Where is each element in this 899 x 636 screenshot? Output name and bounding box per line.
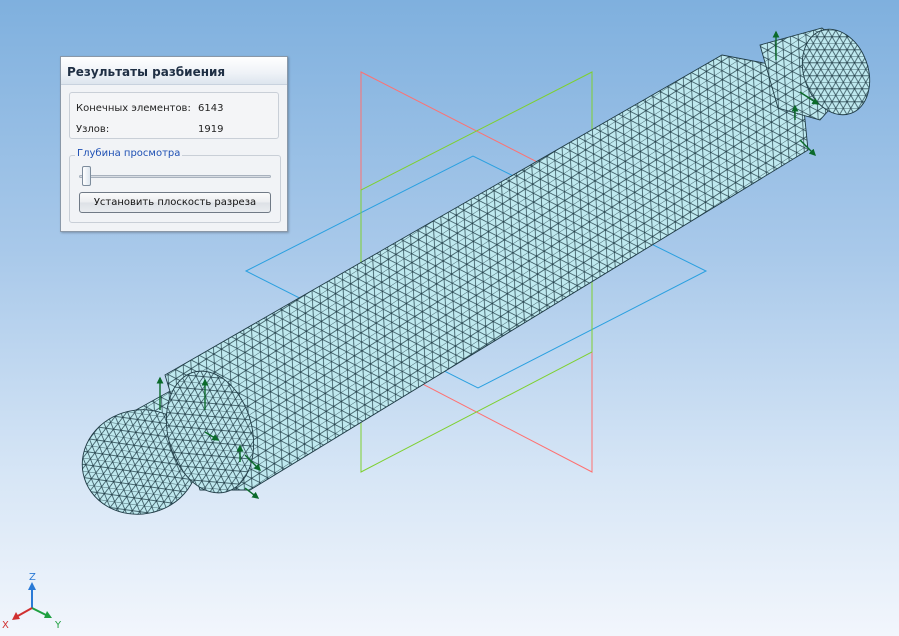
nodes-label: Узлов: <box>76 124 110 135</box>
set-section-plane-button[interactable]: Установить плоскость разреза <box>79 192 271 213</box>
triad-z-label: Z <box>29 572 36 583</box>
nodes-value: 1919 <box>198 124 224 135</box>
finite-elements-label: Конечных элементов: <box>76 103 191 114</box>
panel-title: Результаты разбиения <box>61 57 287 85</box>
view-depth-slider-track[interactable] <box>79 175 271 178</box>
triad-x-label: X <box>2 620 9 631</box>
mesh-results-panel: Результаты разбиения Конечных элементов:… <box>60 56 288 232</box>
orientation-triad: Z Y X <box>2 572 62 631</box>
stats-box: Конечных элементов: 6143 Узлов: 1919 <box>69 92 279 139</box>
triad-y-label: Y <box>54 620 62 631</box>
view-depth-label: Глубина просмотра <box>75 148 183 159</box>
finite-elements-value: 6143 <box>198 103 224 114</box>
panel-body: Конечных элементов: 6143 Узлов: 1919 Глу… <box>61 85 287 231</box>
view-depth-slider-thumb[interactable] <box>82 166 91 186</box>
